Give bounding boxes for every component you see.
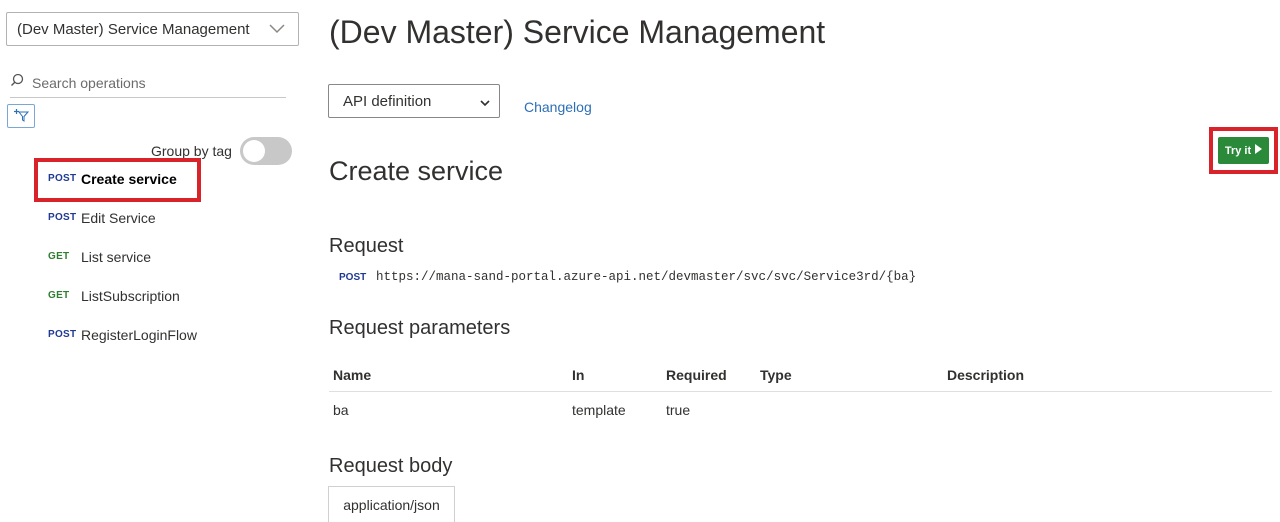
toggle-knob [243, 140, 265, 162]
group-by-tag-toggle[interactable] [240, 137, 292, 165]
operation-title: Create service [329, 156, 504, 186]
chevron-down-icon [268, 21, 286, 39]
operation-name: List service [81, 248, 152, 265]
param-in: template [572, 402, 626, 418]
operations-list: POST Create service POST Edit Service GE… [34, 159, 204, 354]
request-parameters-heading: Request parameters [329, 317, 511, 339]
operation-item-list-service[interactable]: GET List service [34, 237, 204, 276]
request-method-badge: POST [339, 272, 367, 283]
method-badge: POST [48, 173, 77, 184]
definition-select-value: API definition [343, 92, 432, 110]
filter-icon [13, 108, 30, 125]
changelog-link[interactable]: Changelog [524, 99, 592, 115]
api-selector-value: (Dev Master) Service Management [17, 20, 250, 38]
param-name: ba [333, 402, 349, 418]
operation-name: Edit Service [81, 209, 156, 226]
request-heading: Request [329, 235, 404, 257]
column-header-name: Name [333, 367, 372, 383]
content-type-tab[interactable]: application/json [328, 486, 455, 522]
operation-name: RegisterLoginFlow [81, 326, 197, 343]
search-icon [10, 73, 24, 92]
operation-item-register-login-flow[interactable]: POST RegisterLoginFlow [34, 315, 204, 354]
method-badge: GET [48, 290, 70, 301]
search-input[interactable] [30, 73, 274, 92]
column-header-description: Description [947, 367, 1025, 383]
play-icon [1255, 144, 1263, 157]
operation-item-list-subscription[interactable]: GET ListSubscription [34, 276, 204, 315]
definition-select[interactable]: API definition [328, 84, 500, 118]
chevron-down-icon [479, 95, 491, 112]
try-it-label: Try it [1224, 144, 1252, 157]
column-header-in: In [572, 367, 585, 383]
request-url: https://mana-sand-portal.azure-api.net/d… [376, 270, 917, 284]
method-badge: POST [48, 212, 77, 223]
page-title: (Dev Master) Service Management [329, 14, 826, 50]
method-badge: POST [48, 329, 77, 340]
column-header-type: Type [760, 367, 792, 383]
filter-by-tag-button[interactable] [7, 104, 35, 128]
search-operations [10, 68, 286, 98]
param-required: true [666, 402, 691, 418]
request-body-heading: Request body [329, 455, 453, 477]
column-header-required: Required [666, 367, 727, 383]
content-type-label: application/json [343, 496, 440, 513]
operation-item-edit-service[interactable]: POST Edit Service [34, 198, 204, 237]
operation-name: Create service [81, 170, 177, 187]
method-badge: GET [48, 251, 70, 262]
group-by-tag-label: Group by tag [151, 143, 232, 159]
parameters-table-header: Name In Required Type Description [329, 358, 1272, 392]
api-selector-dropdown[interactable]: (Dev Master) Service Management [6, 12, 299, 46]
try-it-button[interactable]: Try it [1218, 137, 1269, 164]
operation-name: ListSubscription [81, 287, 180, 304]
operation-item-create-service[interactable]: POST Create service [34, 159, 204, 198]
